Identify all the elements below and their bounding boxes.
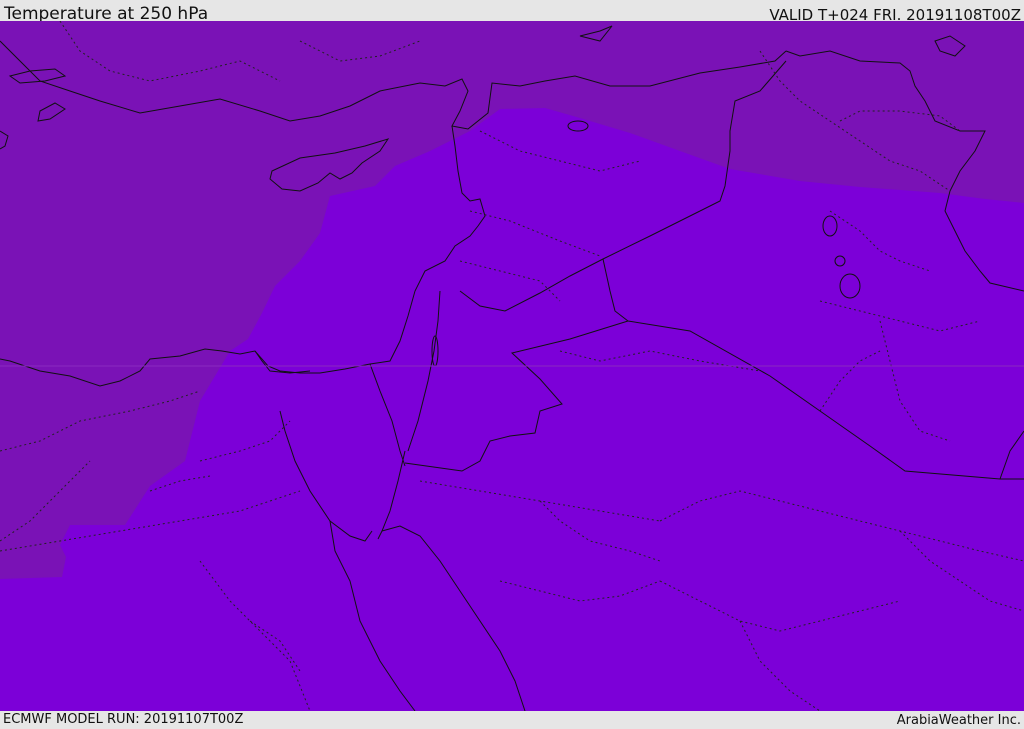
temperature-map[interactable] [0, 21, 1024, 711]
brand-label: ArabiaWeather Inc. [896, 713, 1021, 728]
weather-map-frame: Temperature at 250 hPa VALID T+024 FRI. … [0, 0, 1024, 729]
map-canvas [0, 21, 1024, 711]
model-run-label: ECMWF MODEL RUN: 20191107T00Z [3, 712, 244, 727]
